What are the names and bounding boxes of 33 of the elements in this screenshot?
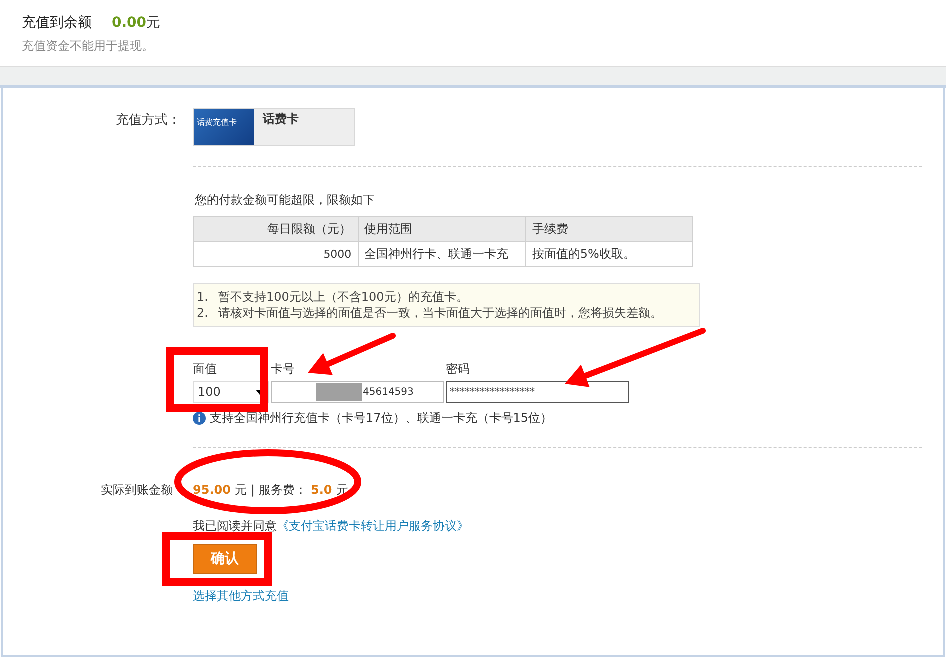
column-header: 手续费 bbox=[526, 216, 692, 242]
table-cell: 按面值的5%收取。 bbox=[526, 242, 692, 266]
agreement-text: 我已阅读并同意 bbox=[193, 519, 277, 533]
hint-text: 支持全国神州行充值卡（卡号17位）、联通一卡充（卡号15位） bbox=[210, 410, 553, 427]
limit-title: 您的付款金额可能超限，限额如下 bbox=[195, 192, 376, 209]
amount-label: 实际到账金额 bbox=[100, 482, 174, 499]
balance-note: 充值资金不能用于提现。 bbox=[22, 38, 155, 55]
list-number: 1. bbox=[197, 289, 208, 305]
table-cell: 5000 bbox=[194, 242, 358, 266]
fee-amount: 5.0 bbox=[311, 483, 332, 497]
other-method-link[interactable]: 选择其他方式充值 bbox=[193, 589, 289, 603]
notice-text: 暂不支持100元以上（不含100元）的充值卡。 bbox=[218, 289, 468, 305]
card-name: 话费卡 bbox=[262, 111, 299, 128]
field-label: 卡号 bbox=[271, 361, 296, 378]
unit-text: 元 bbox=[234, 482, 247, 499]
password-field[interactable]: ***************** bbox=[446, 381, 629, 403]
fee-label: 服务费： bbox=[259, 482, 308, 499]
balance-title: 充值到余额 bbox=[22, 14, 92, 32]
separator: | bbox=[250, 483, 256, 497]
card-image: 话费充值卡 bbox=[194, 109, 254, 145]
phone-card-option[interactable]: 话费充值卡 话费卡 bbox=[193, 108, 355, 146]
method-label: 充值方式： bbox=[115, 112, 181, 129]
column-header: 使用范围 bbox=[358, 216, 526, 242]
table-cell: 全国神州行卡、联通一卡充 bbox=[358, 242, 526, 266]
column-header: 每日限额（元） bbox=[194, 216, 358, 242]
notice-text: 请核对卡面值与选择的面值是否一致，当卡面值大于选择的面值时，您将损失差额。 bbox=[218, 305, 662, 321]
field-label: 密码 bbox=[446, 361, 471, 378]
card-number-field[interactable]: 45614593 bbox=[271, 381, 444, 403]
agreement-link[interactable]: 《支付宝话费卡转让用户服务协议》 bbox=[277, 519, 469, 533]
field-label: 面值 bbox=[193, 361, 218, 378]
list-number: 2. bbox=[197, 305, 208, 321]
received-amount: 95.00 bbox=[193, 483, 231, 497]
balance-amount: 0.00元 bbox=[112, 14, 161, 32]
